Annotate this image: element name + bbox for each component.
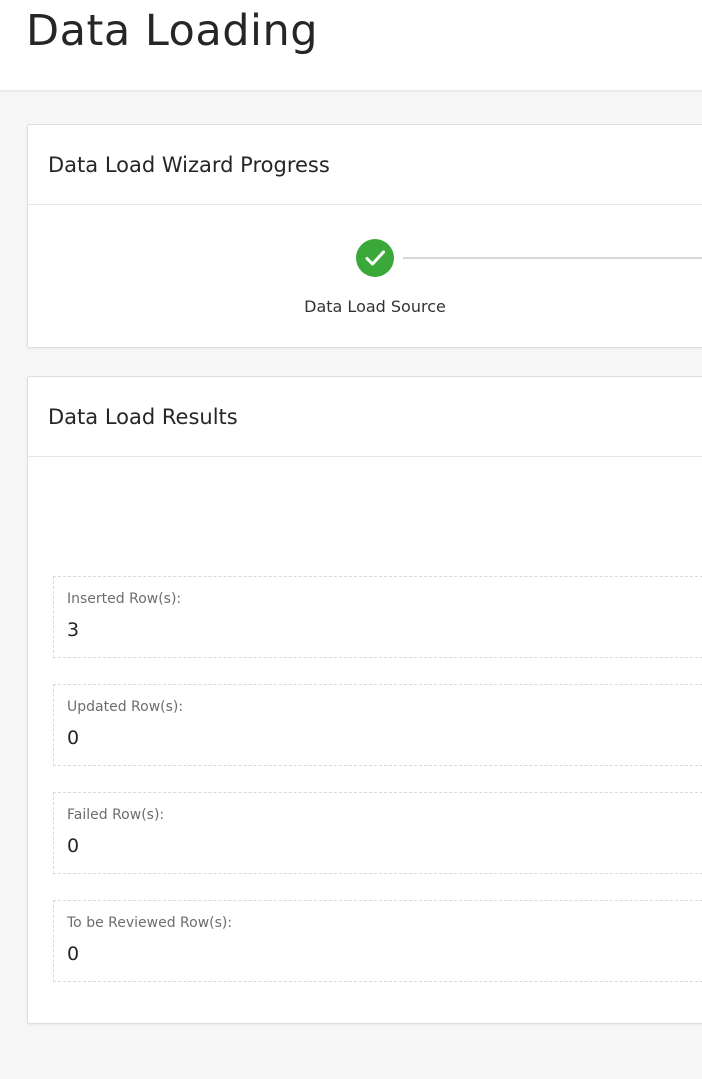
to-be-reviewed-rows-label: To be Reviewed Row(s): xyxy=(67,915,233,931)
inserted-rows-label: Inserted Row(s): xyxy=(67,591,182,607)
step-complete-marker xyxy=(356,239,394,277)
updated-rows-value: 0 xyxy=(67,727,80,749)
inserted-rows-item: Inserted Row(s): 3 xyxy=(53,576,702,658)
page-title: Data Loading xyxy=(26,6,318,56)
results-region-title: Data Load Results xyxy=(48,405,238,429)
results-region-header: Data Load Results xyxy=(28,377,702,457)
wizard-region-title: Data Load Wizard Progress xyxy=(48,153,330,177)
wizard-progress-line xyxy=(403,257,702,259)
title-bar: Data Loading xyxy=(0,0,702,92)
page: Data Loading Data Load Wizard Progress D… xyxy=(0,0,702,1079)
updated-rows-label: Updated Row(s): xyxy=(67,699,184,715)
updated-rows-item: Updated Row(s): 0 xyxy=(53,684,702,766)
failed-rows-label: Failed Row(s): xyxy=(67,807,165,823)
to-be-reviewed-rows-value: 0 xyxy=(67,943,80,965)
inserted-rows-value: 3 xyxy=(67,619,80,641)
failed-rows-item: Failed Row(s): 0 xyxy=(53,792,702,874)
data-load-results-region: Data Load Results Inserted Row(s): 3 Upd… xyxy=(27,376,702,1024)
step-label-data-load-source: Data Load Source xyxy=(304,297,446,316)
check-icon xyxy=(365,250,385,266)
to-be-reviewed-rows-item: To be Reviewed Row(s): 0 xyxy=(53,900,702,982)
wizard-steps: Data Load Source xyxy=(28,205,702,347)
wizard-region-header: Data Load Wizard Progress xyxy=(28,125,702,205)
wizard-progress-region: Data Load Wizard Progress Data Load Sour… xyxy=(27,124,702,348)
failed-rows-value: 0 xyxy=(67,835,80,857)
